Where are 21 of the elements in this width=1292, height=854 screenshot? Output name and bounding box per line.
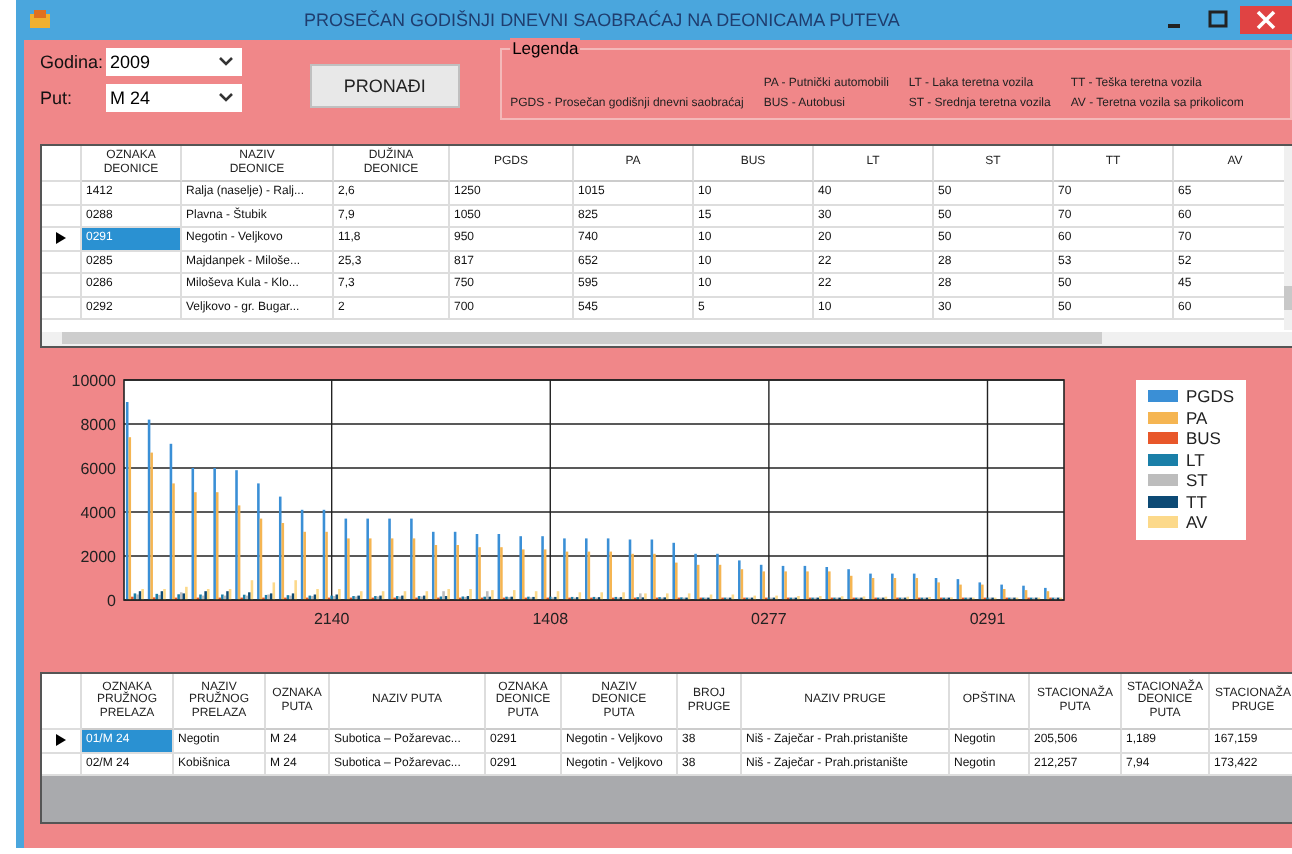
legend-label: PGDS: [1186, 386, 1235, 407]
window-title: PROSEČAN GODIŠNJI DNEVNI SAOBRAĆAJ NA DEONICAMA PUTEVA: [302, 10, 902, 30]
axis-label: 1408: [532, 610, 569, 628]
axis-label: 0291: [969, 610, 1006, 628]
axis-label: 4000: [80, 504, 116, 522]
filter-label: Put:: [40, 88, 75, 108]
axis-label: 0: [107, 592, 116, 610]
filter-label: Godina:: [40, 52, 106, 72]
axis-label: 6000: [80, 460, 116, 478]
legend-label: PA: [1186, 407, 1208, 428]
legend-label: AV: [1186, 512, 1208, 533]
axis-label: 8000: [80, 416, 116, 434]
legend-label: TT: [1186, 491, 1207, 512]
legend-label: LT: [1186, 449, 1205, 470]
legend-title: Legenda: [510, 38, 581, 58]
axis-label: 2000: [80, 548, 116, 566]
axis-label: 0277: [751, 610, 787, 628]
axis-label: 2140: [313, 610, 350, 628]
axis-label: 10000: [71, 372, 116, 390]
legend-label: ST: [1186, 470, 1208, 491]
legend-label: BUS: [1186, 428, 1221, 449]
